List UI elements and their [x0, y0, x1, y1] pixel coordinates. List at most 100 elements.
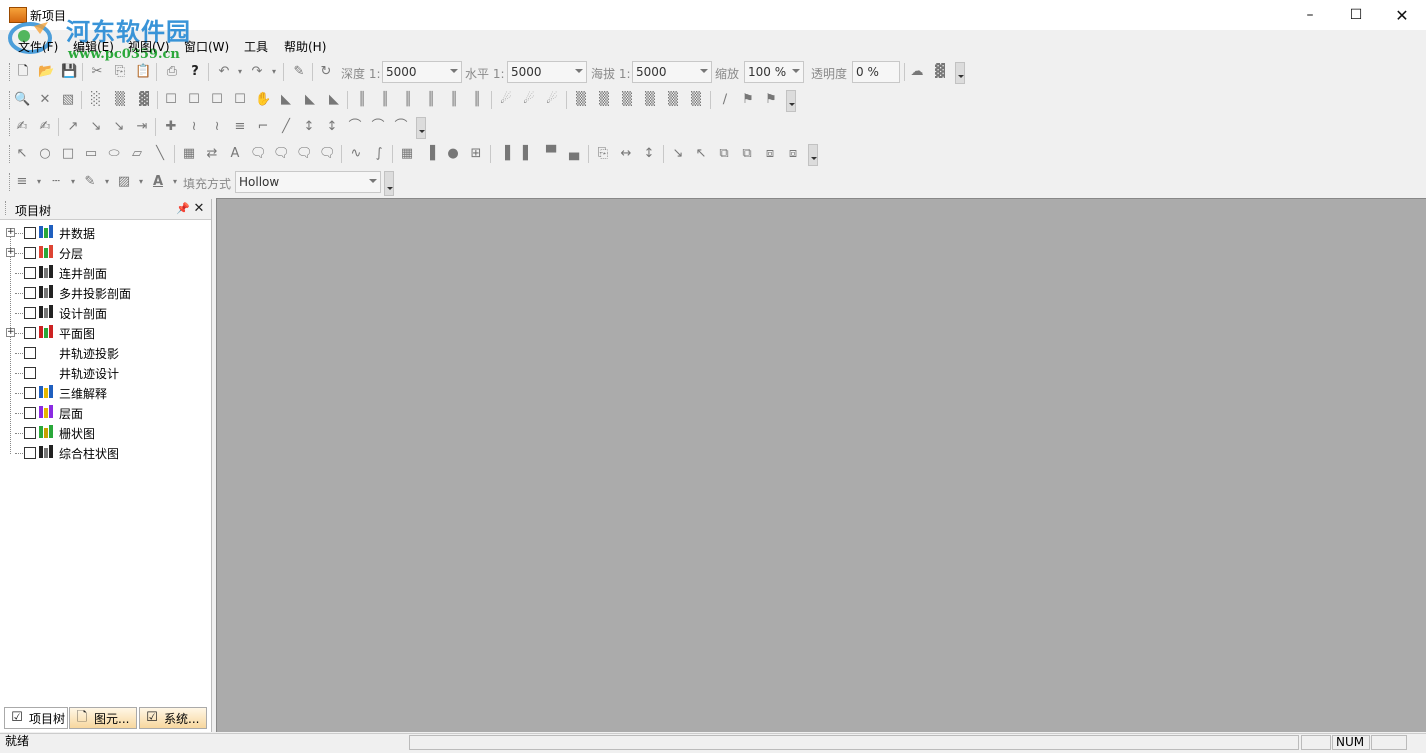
toolbar-overflow-button[interactable]: [416, 117, 426, 139]
open-folder-icon[interactable]: 📂: [38, 64, 54, 80]
arc-icon[interactable]: ⌒: [393, 119, 409, 135]
tab-project-tree[interactable]: ☑ 项目树: [4, 707, 68, 729]
node-icon[interactable]: ╱: [278, 119, 294, 135]
toolbar-grip[interactable]: [9, 145, 13, 163]
help-icon[interactable]: ?: [187, 64, 203, 80]
font-color-dropdown-icon[interactable]: ▾: [167, 174, 183, 190]
fault-tool-icon[interactable]: ☄: [521, 92, 537, 108]
hand-pan-icon[interactable]: ✋: [255, 92, 271, 108]
tree-item[interactable]: 井轨迹投影: [4, 343, 204, 363]
dash-style-dropdown-icon[interactable]: ▾: [65, 174, 81, 190]
delete-icon[interactable]: ✕: [37, 92, 53, 108]
zoom-select[interactable]: 100 %: [744, 61, 804, 83]
track-tool-icon[interactable]: ▒: [665, 92, 681, 108]
map-shape-icon[interactable]: ☁: [909, 64, 925, 80]
toolbar-grip[interactable]: [9, 118, 13, 136]
line-tool-icon[interactable]: ⇥: [134, 119, 150, 135]
expand-icon[interactable]: +: [6, 248, 15, 257]
tree-item[interactable]: 设计剖面: [4, 303, 204, 323]
tree-item[interactable]: 层面: [4, 403, 204, 423]
callout-icon[interactable]: 🗨: [273, 146, 290, 162]
line-icon[interactable]: ╲: [152, 146, 168, 162]
lock-icon[interactable]: ☐: [186, 92, 202, 108]
node-icon[interactable]: ≀: [186, 119, 202, 135]
tab-graphic-elements[interactable]: 🗋 图元...: [69, 707, 137, 729]
menu-file[interactable]: 文件(F): [18, 38, 58, 55]
arc-icon[interactable]: ⌒: [347, 119, 363, 135]
menu-window[interactable]: 窗口(W): [184, 38, 229, 55]
line-color-dropdown-icon[interactable]: ▾: [99, 174, 115, 190]
toolbar-overflow-button[interactable]: [384, 171, 394, 196]
tree-item-checkbox[interactable]: [24, 327, 36, 339]
tree-item-checkbox[interactable]: [24, 407, 36, 419]
polygon-icon[interactable]: ▱: [129, 146, 145, 162]
tree-item-checkbox[interactable]: [24, 307, 36, 319]
line-tool-icon[interactable]: ↘: [88, 119, 104, 135]
bring-front-icon[interactable]: ⧉: [716, 146, 732, 162]
align-bottom-icon[interactable]: ▄: [566, 146, 582, 162]
workspace-area[interactable]: [216, 198, 1426, 732]
track-tool-icon[interactable]: ▒: [596, 92, 612, 108]
curve-tool-icon[interactable]: ║: [423, 92, 439, 108]
layer-down-icon[interactable]: ⧈: [785, 146, 801, 162]
tree-item[interactable]: + 平面图: [4, 323, 204, 343]
tree-item-checkbox[interactable]: [24, 227, 36, 239]
lock-icon[interactable]: ☐: [163, 92, 179, 108]
rectangle-icon[interactable]: ▭: [83, 146, 99, 162]
fault-tool-icon[interactable]: ☄: [544, 92, 560, 108]
toolbar-grip[interactable]: [9, 63, 13, 81]
hatch-icon[interactable]: ∕: [717, 92, 733, 108]
tree-item[interactable]: + 分层: [4, 243, 204, 263]
tab-system[interactable]: ☑ 系统...: [139, 707, 207, 729]
font-color-icon[interactable]: A: [150, 174, 166, 190]
pointer-icon[interactable]: ↖: [14, 146, 30, 162]
curve-tool-icon[interactable]: ║: [446, 92, 462, 108]
line-color-icon[interactable]: ✎: [82, 174, 98, 190]
curve-tool-icon[interactable]: ║: [354, 92, 370, 108]
square-icon[interactable]: □: [60, 146, 76, 162]
pie-icon[interactable]: ●: [445, 146, 461, 162]
tree-item[interactable]: 综合柱状图: [4, 443, 204, 463]
node-icon[interactable]: ↕: [324, 119, 340, 135]
align-top-icon[interactable]: ▀: [543, 146, 559, 162]
elevation-scale-select[interactable]: 5000: [632, 61, 712, 83]
distribute-icon[interactable]: ↔: [618, 146, 634, 162]
wave-icon[interactable]: ∿: [348, 146, 364, 162]
menu-help[interactable]: 帮助(H): [284, 38, 326, 55]
toolbar-overflow-button[interactable]: [808, 144, 818, 166]
tree-item-checkbox[interactable]: [24, 267, 36, 279]
arc-icon[interactable]: ⌒: [370, 119, 386, 135]
toolbar-grip[interactable]: [9, 173, 13, 191]
panel-close-icon[interactable]: ✕: [191, 201, 207, 217]
fill-color-icon[interactable]: ▨: [116, 174, 132, 190]
flag-icon[interactable]: ⚑: [740, 92, 756, 108]
node-icon[interactable]: ↕: [301, 119, 317, 135]
fill-color-dropdown-icon[interactable]: ▾: [133, 174, 149, 190]
track-tool-icon[interactable]: ▒: [642, 92, 658, 108]
track-tool-icon[interactable]: ▒: [573, 92, 589, 108]
well-tool-icon[interactable]: ▓: [136, 92, 152, 108]
fill-mode-select[interactable]: Hollow: [235, 171, 381, 193]
node-icon[interactable]: ≡: [232, 119, 248, 135]
brush-icon[interactable]: ✍: [14, 119, 30, 135]
curve-tool-icon[interactable]: ║: [377, 92, 393, 108]
tree-item[interactable]: 栅状图: [4, 423, 204, 443]
menu-edit[interactable]: 编辑(E): [73, 38, 114, 55]
line-style-dropdown-icon[interactable]: ▾: [31, 174, 47, 190]
minimize-button[interactable]: –: [1287, 0, 1333, 30]
tree-item[interactable]: + 井数据: [4, 223, 204, 243]
tree-item-checkbox[interactable]: [24, 447, 36, 459]
align-left-icon[interactable]: ▐: [497, 146, 513, 162]
tree-item-checkbox[interactable]: [24, 287, 36, 299]
depth-scale-select[interactable]: 5000: [382, 61, 462, 83]
tree-item-checkbox[interactable]: [24, 347, 36, 359]
copy-icon[interactable]: ⎘: [112, 64, 128, 80]
toolbar-overflow-button[interactable]: [955, 62, 965, 84]
line-style-icon[interactable]: ≡: [14, 174, 30, 190]
horizontal-scale-select[interactable]: 5000: [507, 61, 587, 83]
well-section-icon[interactable]: ▓: [932, 64, 948, 80]
flag-icon[interactable]: ⚑: [763, 92, 779, 108]
line-tool-icon[interactable]: ↗: [65, 119, 81, 135]
undo-dropdown-icon[interactable]: ▾: [232, 64, 248, 80]
text-icon[interactable]: A: [227, 146, 243, 162]
